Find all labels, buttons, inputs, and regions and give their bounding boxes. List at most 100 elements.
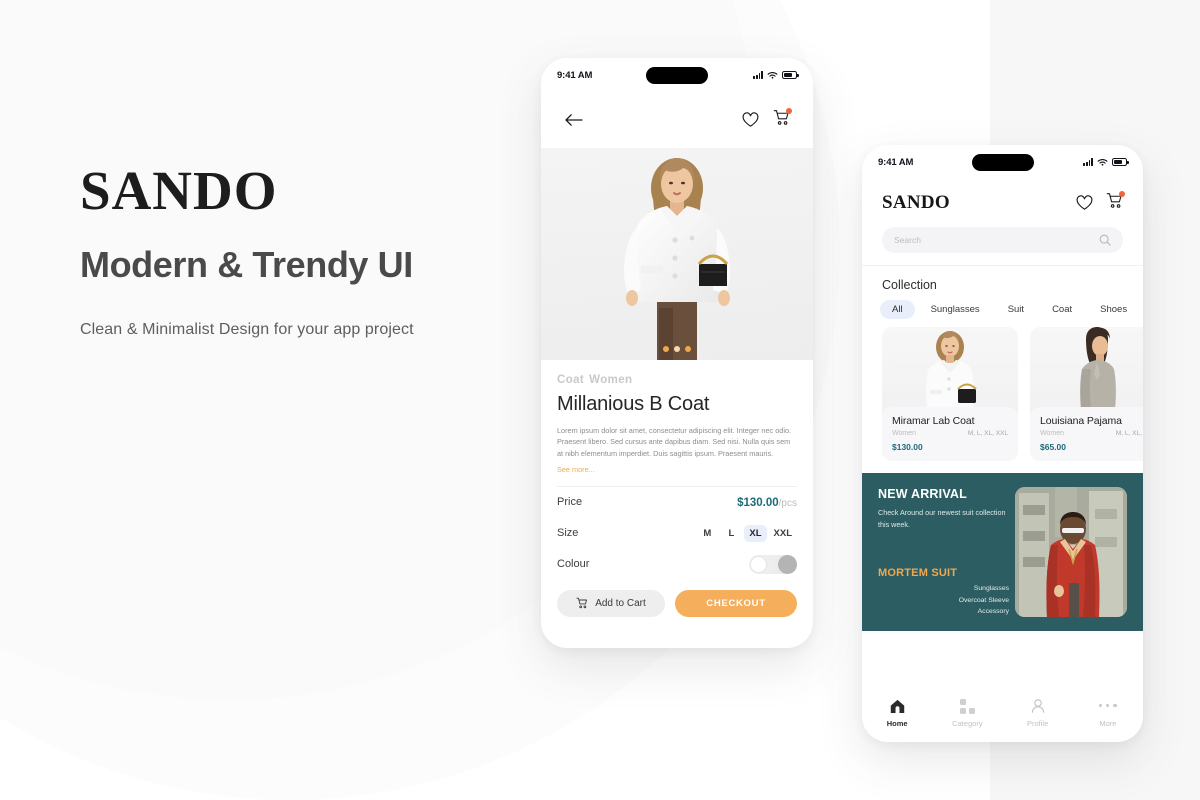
status-indicators bbox=[1083, 158, 1129, 167]
nav-item-profile[interactable]: Profile bbox=[1008, 698, 1068, 728]
banner-title: NEW ARRIVAL bbox=[878, 487, 967, 501]
add-to-cart-label: Add to Cart bbox=[595, 597, 646, 609]
search-input[interactable]: Search bbox=[894, 235, 921, 245]
dynamic-island bbox=[646, 67, 708, 84]
search-icon[interactable] bbox=[1099, 234, 1111, 246]
product-specs: Price $130.00/pcs Size M L XL XXL Colour bbox=[541, 487, 813, 580]
banner-suit-name: MORTEM SUIT bbox=[878, 567, 958, 580]
banner-image bbox=[1015, 487, 1127, 617]
status-time: 9:41 AM bbox=[878, 156, 914, 168]
banner-text-block: NEW ARRIVAL Check Around our newest suit… bbox=[878, 487, 1015, 617]
price-row: Price $130.00/pcs bbox=[557, 487, 797, 518]
colour-toggle-dark-knob[interactable] bbox=[778, 554, 797, 574]
new-arrival-banner[interactable]: NEW ARRIVAL Check Around our newest suit… bbox=[862, 473, 1143, 631]
cart-icon bbox=[576, 598, 588, 609]
price-label: Price bbox=[557, 496, 583, 509]
category-chip-shoes[interactable]: Shoes bbox=[1088, 300, 1139, 319]
product-card-body: Louisiana Pajama Women M, L, XL, XXL $65… bbox=[1030, 407, 1143, 461]
ellipsis-icon bbox=[1099, 699, 1117, 713]
nav-item-category[interactable]: Category bbox=[937, 698, 997, 728]
collection-title: Collection bbox=[882, 278, 937, 292]
nav-label-category: Category bbox=[952, 718, 983, 728]
nav-label-more: More bbox=[1099, 718, 1117, 728]
phone-mockup-product-detail: 9:41 AM Coat Women Millanious B Coat Lor… bbox=[541, 58, 813, 648]
size-option-m[interactable]: M bbox=[696, 525, 718, 542]
product-info: Coat Women Millanious B Coat Lorem ipsum … bbox=[541, 360, 813, 477]
category-chip-all[interactable]: All bbox=[880, 300, 915, 319]
search-bar[interactable]: Search bbox=[882, 227, 1123, 253]
status-indicators bbox=[753, 71, 799, 80]
detail-actions: Add to Cart CHECKOUT bbox=[541, 580, 813, 633]
carousel-dot-3[interactable] bbox=[685, 346, 691, 352]
size-option-xxl[interactable]: XXL bbox=[769, 525, 797, 542]
phone-mockup-home: 9:41 AM SANDO Search Collection All Sung… bbox=[862, 145, 1143, 742]
cart-badge-dot bbox=[786, 108, 792, 114]
cart-button[interactable] bbox=[773, 108, 792, 131]
wifi-icon bbox=[1097, 158, 1108, 166]
bottom-navigation: Home Category Profile More bbox=[862, 684, 1143, 742]
hero-carousel-dots[interactable] bbox=[663, 346, 691, 352]
category-chip-row[interactable]: All Sunglasses Suit Coat Shoes bbox=[862, 292, 1143, 319]
breadcrumb-gender: Women bbox=[589, 374, 633, 386]
product-card-image bbox=[1030, 327, 1143, 419]
product-card[interactable]: Louisiana Pajama Women M, L, XL, XXL $65… bbox=[1030, 327, 1143, 461]
status-bar: 9:41 AM bbox=[862, 145, 1143, 179]
add-to-cart-button[interactable]: Add to Cart bbox=[557, 589, 665, 617]
product-card-body: Miramar Lab Coat Women M, L, XL, XXL $13… bbox=[882, 407, 1018, 461]
size-options: M L XL XXL bbox=[696, 524, 797, 542]
back-arrow-icon[interactable] bbox=[564, 113, 583, 127]
colour-label: Colour bbox=[557, 558, 590, 571]
battery-icon bbox=[1112, 158, 1129, 166]
brand-wordmark: SANDO bbox=[80, 160, 278, 221]
home-icon bbox=[890, 699, 904, 713]
banner-item: Overcoat Sleeve bbox=[958, 596, 1009, 604]
carousel-dot-1[interactable] bbox=[663, 346, 669, 352]
carousel-dot-2[interactable] bbox=[674, 346, 680, 352]
marketing-copy-block: SANDO Modern & Trendy UI Clean & Minimal… bbox=[80, 163, 414, 339]
product-card[interactable]: Miramar Lab Coat Women M, L, XL, XXL $13… bbox=[882, 327, 1018, 461]
battery-icon bbox=[782, 71, 799, 79]
category-chip-suit[interactable]: Suit bbox=[996, 300, 1036, 319]
checkout-button[interactable]: CHECKOUT bbox=[675, 589, 797, 617]
product-card-row: Miramar Lab Coat Women M, L, XL, XXL $13… bbox=[862, 319, 1143, 461]
nav-item-more[interactable]: More bbox=[1078, 699, 1138, 728]
grid-icon bbox=[959, 698, 975, 714]
colour-row: Colour bbox=[557, 549, 797, 580]
detail-header-actions bbox=[742, 108, 792, 131]
size-option-xl[interactable]: XL bbox=[744, 524, 767, 542]
breadcrumb-category: Coat bbox=[557, 374, 585, 386]
product-breadcrumb: Coat Women bbox=[557, 374, 797, 386]
marketing-headline: Modern & Trendy UI bbox=[80, 244, 413, 285]
product-description: Lorem ipsum dolor sit amet, consectetur … bbox=[557, 426, 792, 458]
model-thumbnail-white-coat bbox=[926, 331, 977, 419]
size-row: Size M L XL XXL bbox=[557, 518, 797, 549]
size-option-l[interactable]: L bbox=[720, 525, 742, 542]
detail-header bbox=[541, 92, 813, 148]
product-card-meta: Women M, L, XL, XXL bbox=[892, 430, 1008, 437]
banner-item: Sunglasses bbox=[973, 585, 1009, 593]
person-icon bbox=[1031, 698, 1044, 713]
product-card-price: $65.00 bbox=[1040, 442, 1066, 452]
nav-item-home[interactable]: Home bbox=[867, 699, 927, 728]
screenshot-canvas: SANDO Modern & Trendy UI Clean & Minimal… bbox=[0, 0, 1200, 800]
category-chip-sunglasses[interactable]: Sunglasses bbox=[919, 300, 992, 319]
banner-suit-block: MORTEM SUIT Sunglasses Overcoat Sleeve A… bbox=[878, 567, 1015, 617]
heart-icon[interactable] bbox=[742, 112, 759, 128]
category-chip-coat[interactable]: Coat bbox=[1040, 300, 1084, 319]
model-thumbnail-grey-pajama bbox=[1080, 327, 1116, 419]
product-card-price: $130.00 bbox=[892, 442, 923, 452]
app-brand-logo: SANDO bbox=[882, 192, 951, 213]
status-bar: 9:41 AM bbox=[541, 58, 813, 92]
home-header-actions bbox=[1076, 191, 1125, 214]
colour-toggle[interactable] bbox=[749, 554, 797, 574]
see-more-link[interactable]: See more... bbox=[557, 465, 595, 474]
cellular-signal-icon bbox=[1083, 158, 1093, 166]
product-title: Millanious B Coat bbox=[557, 393, 710, 415]
heart-icon[interactable] bbox=[1076, 195, 1093, 211]
nav-label-home: Home bbox=[886, 718, 908, 728]
cart-badge-dot bbox=[1119, 191, 1125, 197]
status-time: 9:41 AM bbox=[557, 69, 593, 81]
colour-toggle-light-knob[interactable] bbox=[751, 556, 766, 572]
banner-item: Accessory bbox=[977, 607, 1009, 615]
cart-button[interactable] bbox=[1106, 191, 1125, 214]
